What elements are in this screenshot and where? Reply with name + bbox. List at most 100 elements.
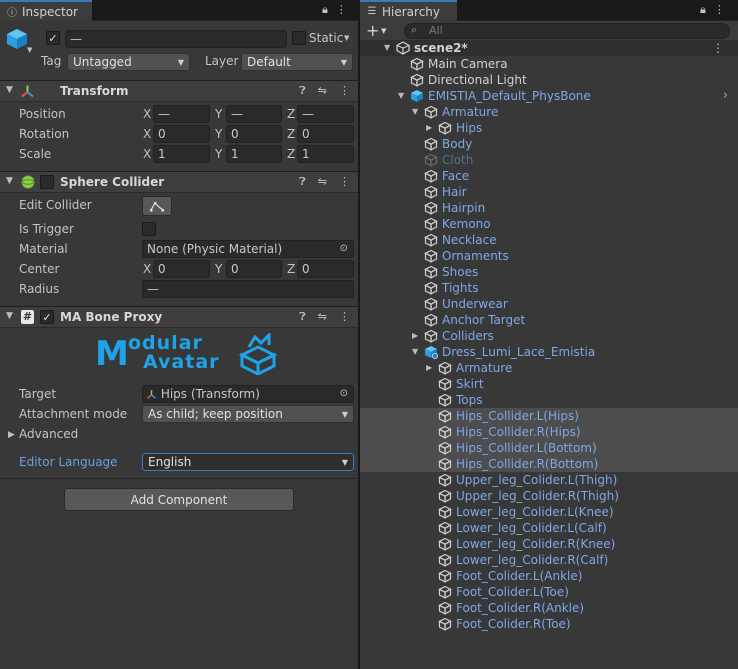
rotation-z-field[interactable]: 0: [297, 125, 354, 143]
is-trigger-checkbox[interactable]: [142, 222, 156, 236]
position-y-field[interactable]: —: [226, 105, 282, 123]
center-y-field[interactable]: 0: [226, 260, 282, 278]
help-icon[interactable]: ❓︎: [299, 175, 306, 189]
hierarchy-row[interactable]: Hairpin: [360, 200, 738, 216]
position-z-field[interactable]: —: [297, 105, 354, 123]
hierarchy-row[interactable]: ▶ Hips: [360, 120, 738, 136]
edit-collider-button[interactable]: [142, 196, 172, 216]
hierarchy-row[interactable]: Cloth: [360, 152, 738, 168]
bone-proxy-enabled-checkbox[interactable]: ✓: [40, 310, 54, 324]
foldout-closed-icon[interactable]: ▶: [8, 430, 15, 440]
radius-field[interactable]: —: [142, 280, 354, 298]
lock-icon[interactable]: 🔒︎: [700, 3, 706, 17]
hierarchy-row[interactable]: ▶ Armature: [360, 360, 738, 376]
hierarchy-row[interactable]: Upper_leg_Colider.R(Thigh): [360, 488, 738, 504]
hierarchy-row[interactable]: Lower_leg_Colider.R(Calf): [360, 552, 738, 568]
foldout-open-icon[interactable]: ▼: [6, 85, 13, 95]
tab-inspector[interactable]: ⓘ Inspector: [0, 0, 92, 21]
advanced-foldout-label[interactable]: Advanced: [19, 427, 78, 441]
hierarchy-row[interactable]: Foot_Colider.R(Toe): [360, 616, 738, 632]
scale-z-field[interactable]: 1: [297, 145, 354, 163]
hierarchy-row[interactable]: Hips_Collider.R(Hips): [360, 424, 738, 440]
foldout-open-icon[interactable]: ▼: [6, 176, 13, 186]
icon-dropdown-arrow-icon[interactable]: ▼: [27, 46, 32, 54]
kebab-menu-icon[interactable]: ⋮: [712, 40, 724, 56]
hierarchy-row[interactable]: Hips_Collider.R(Bottom): [360, 456, 738, 472]
foldout-closed-icon[interactable]: ▶: [412, 331, 418, 340]
hierarchy-row[interactable]: Tops: [360, 392, 738, 408]
center-x-field[interactable]: 0: [153, 260, 210, 278]
transform-header[interactable]: ▼ Transform ❓︎ ⇋ ⋮: [0, 80, 358, 102]
hierarchy-row[interactable]: Shoes: [360, 264, 738, 280]
foldout-open-icon[interactable]: ▼: [6, 311, 13, 321]
sphere-collider-header[interactable]: ▼ Sphere Collider ❓︎ ⇋ ⋮: [0, 171, 358, 193]
hierarchy-row[interactable]: Face: [360, 168, 738, 184]
sphere-collider-enabled-checkbox[interactable]: [40, 175, 54, 189]
preset-sliders-icon[interactable]: ⇋: [318, 84, 327, 98]
hierarchy-row[interactable]: ▼ Dress_Lumi_Lace_Emistia: [360, 344, 738, 360]
hierarchy-row[interactable]: ▼ EMISTIA_Default_PhysBone ›: [360, 88, 738, 104]
gameobject-name-field[interactable]: —: [65, 30, 287, 48]
material-object-field[interactable]: None (Physic Material) ⊙: [142, 240, 354, 258]
tab-hierarchy[interactable]: ☰ Hierarchy: [360, 0, 457, 21]
open-prefab-chevron-icon[interactable]: ›: [723, 88, 728, 104]
preset-sliders-icon[interactable]: ⇋: [318, 175, 327, 189]
foldout-open-icon[interactable]: ▼: [412, 107, 418, 116]
hierarchy-row[interactable]: Tights: [360, 280, 738, 296]
scale-x-field[interactable]: 1: [153, 145, 210, 163]
lock-icon[interactable]: 🔒︎: [322, 3, 328, 17]
hierarchy-row[interactable]: Directional Light: [360, 72, 738, 88]
help-icon[interactable]: ❓︎: [299, 310, 306, 324]
center-z-field[interactable]: 0: [297, 260, 354, 278]
hierarchy-row[interactable]: Lower_leg_Colider.L(Calf): [360, 520, 738, 536]
active-checkbox[interactable]: ✓: [46, 31, 60, 45]
target-object-field[interactable]: Hips (Transform) ⊙: [142, 385, 354, 403]
kebab-menu-icon[interactable]: ⋮: [339, 310, 350, 324]
foldout-open-icon[interactable]: ▼: [384, 43, 390, 52]
tag-dropdown[interactable]: Untagged ▼: [67, 53, 190, 71]
scene-row[interactable]: ▼ scene2* ⋮: [360, 40, 738, 56]
hierarchy-row[interactable]: Lower_leg_Colider.R(Knee): [360, 536, 738, 552]
add-component-button[interactable]: Add Component: [64, 488, 294, 511]
hierarchy-row[interactable]: Anchor Target: [360, 312, 738, 328]
static-checkbox[interactable]: [292, 31, 306, 45]
position-x-field[interactable]: —: [153, 105, 210, 123]
rotation-y-field[interactable]: 0: [226, 125, 282, 143]
hierarchy-row[interactable]: ▼ Armature: [360, 104, 738, 120]
hierarchy-row[interactable]: ▶ Colliders: [360, 328, 738, 344]
kebab-menu-icon[interactable]: ⋮: [714, 3, 725, 17]
hierarchy-row[interactable]: Foot_Colider.L(Ankle): [360, 568, 738, 584]
hierarchy-row[interactable]: Kemono: [360, 216, 738, 232]
hierarchy-row[interactable]: Foot_Colider.R(Ankle): [360, 600, 738, 616]
hierarchy-row[interactable]: Foot_Colider.L(Toe): [360, 584, 738, 600]
hierarchy-row[interactable]: Hips_Collider.L(Hips): [360, 408, 738, 424]
rotation-x-field[interactable]: 0: [153, 125, 210, 143]
hierarchy-row[interactable]: Ornaments: [360, 248, 738, 264]
kebab-menu-icon[interactable]: ⋮: [339, 84, 350, 98]
hierarchy-row[interactable]: Underwear: [360, 296, 738, 312]
kebab-menu-icon[interactable]: ⋮: [339, 175, 350, 189]
help-icon[interactable]: ❓︎: [299, 84, 306, 98]
foldout-open-icon[interactable]: ▼: [398, 91, 404, 100]
foldout-closed-icon[interactable]: ▶: [426, 123, 432, 132]
hierarchy-row[interactable]: Skirt: [360, 376, 738, 392]
hierarchy-row[interactable]: Necklace: [360, 232, 738, 248]
hierarchy-row[interactable]: Body: [360, 136, 738, 152]
hierarchy-row[interactable]: Hips_Collider.L(Bottom): [360, 440, 738, 456]
foldout-open-icon[interactable]: ▼: [412, 347, 418, 356]
editor-language-dropdown[interactable]: English ▼: [142, 453, 354, 471]
hierarchy-search-input[interactable]: ⌕ All: [404, 23, 730, 39]
layer-dropdown[interactable]: Default ▼: [241, 53, 353, 71]
add-object-plus-icon[interactable]: +: [366, 21, 379, 41]
scale-y-field[interactable]: 1: [226, 145, 282, 163]
foldout-closed-icon[interactable]: ▶: [426, 363, 432, 372]
preset-sliders-icon[interactable]: ⇋: [318, 310, 327, 324]
kebab-menu-icon[interactable]: ⋮: [336, 3, 347, 17]
hierarchy-row[interactable]: Hair: [360, 184, 738, 200]
static-dropdown-icon[interactable]: ▼: [344, 34, 349, 42]
hierarchy-row[interactable]: Upper_leg_Colider.L(Thigh): [360, 472, 738, 488]
hierarchy-row[interactable]: Lower_leg_Colider.L(Knee): [360, 504, 738, 520]
hierarchy-row[interactable]: Main Camera: [360, 56, 738, 72]
bone-proxy-header[interactable]: ▼ # ✓ MA Bone Proxy ❓︎ ⇋ ⋮: [0, 306, 358, 328]
add-object-dropdown-icon[interactable]: ▼: [381, 27, 386, 35]
